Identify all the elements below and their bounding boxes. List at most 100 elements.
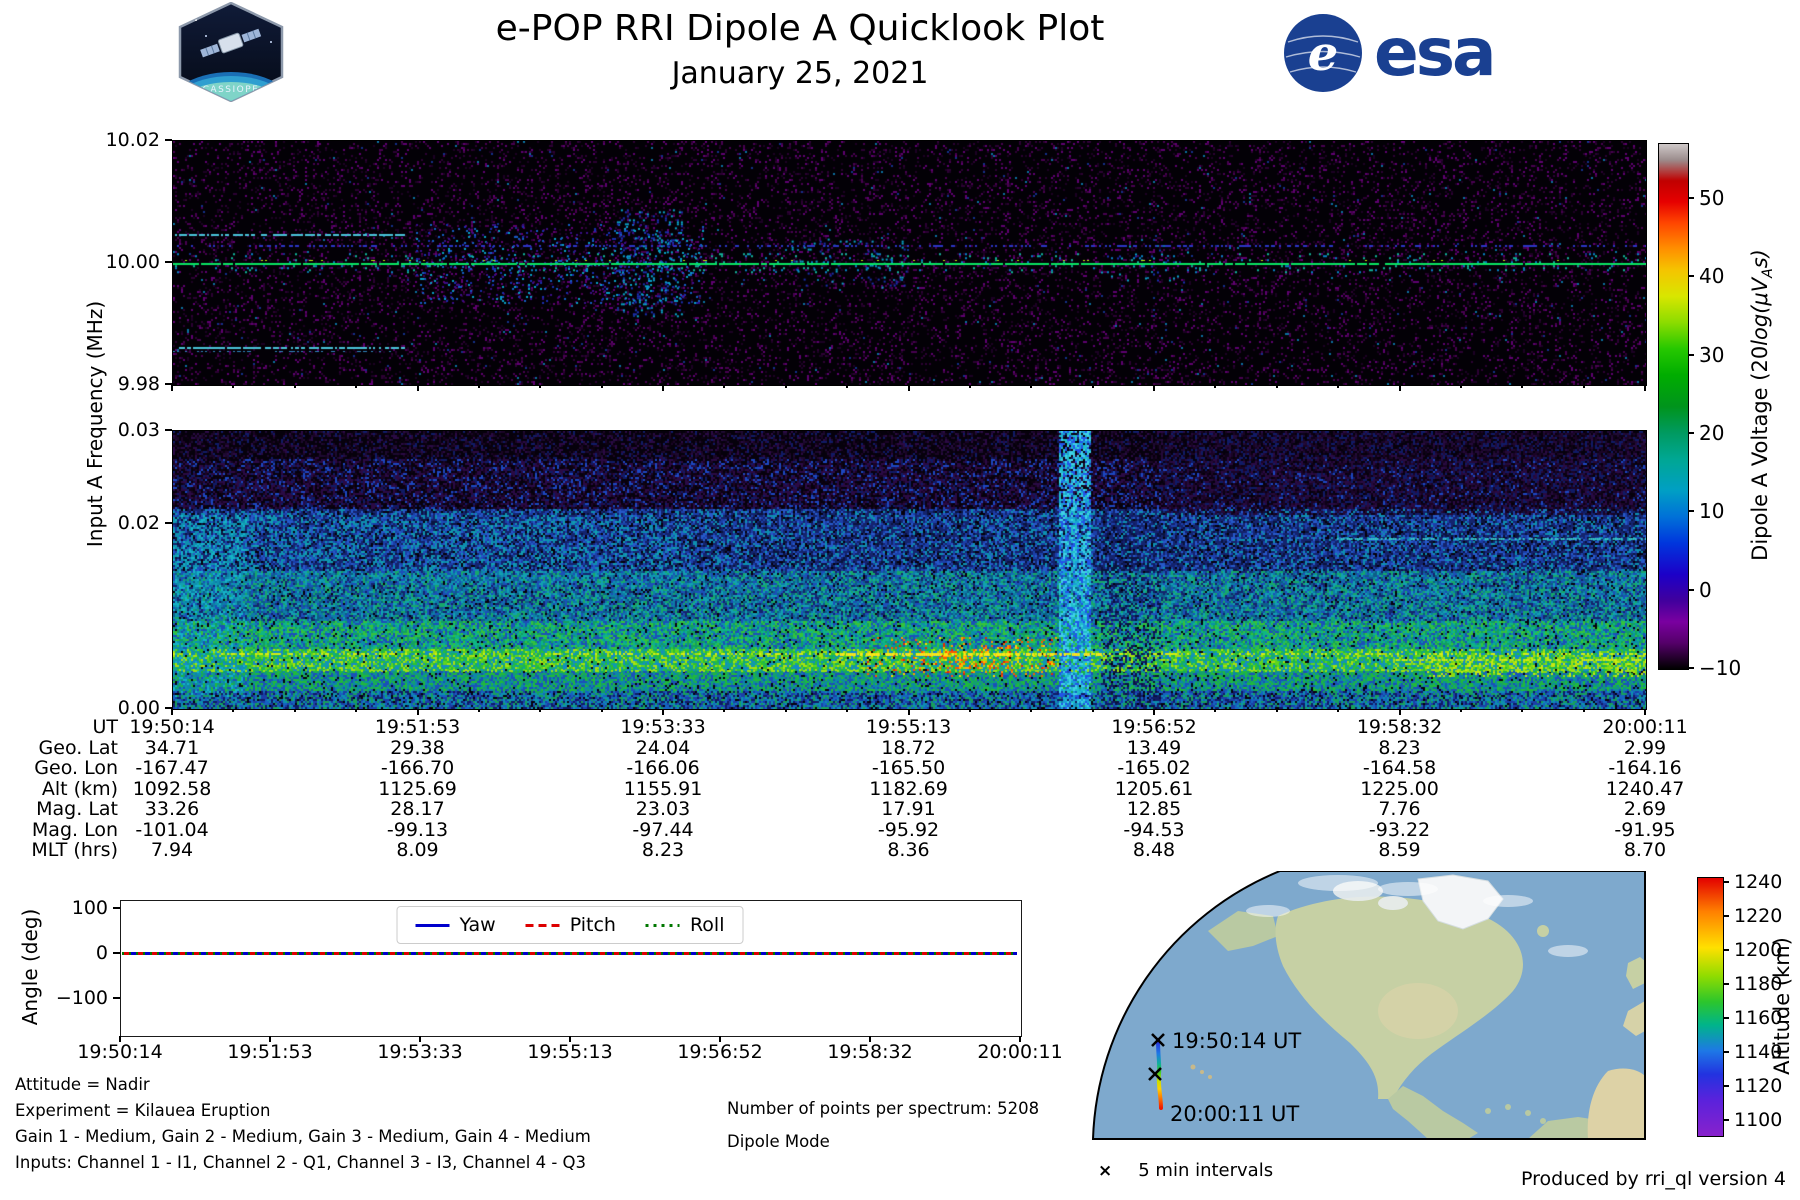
x-tick-mark [171, 385, 173, 391]
x-tick-mark [355, 709, 357, 712]
x-tick-mark [1337, 709, 1339, 712]
ephemeris-cell: 12.85 [1127, 798, 1181, 820]
altitude-tick-label: 1140 [1734, 1041, 1782, 1063]
x-tick-mark [294, 709, 296, 712]
ephemeris-cell: -166.06 [626, 757, 699, 779]
ephemeris-cell: 1225.00 [1360, 778, 1439, 800]
altitude-tick-label: 1200 [1734, 939, 1782, 961]
x-tick-mark [785, 385, 787, 388]
x-tick-mark [1153, 709, 1155, 715]
legend-item-pitch: Pitch [526, 914, 616, 936]
x-tick-mark [1399, 709, 1401, 715]
x-tick-mark [1583, 385, 1585, 388]
angle-x-tick-label: 19:50:14 [77, 1041, 162, 1063]
legend-line-sample [416, 924, 450, 927]
colorbar-tick-mark [1688, 667, 1694, 669]
x-tick-mark [908, 385, 910, 391]
angle-x-tick-label: 19:51:53 [227, 1041, 312, 1063]
x-tick-mark [1276, 385, 1278, 388]
angle-y-tick-label: 0 [96, 942, 108, 964]
ephemeris-cell: 34.71 [145, 737, 199, 759]
x-tick-mark [1460, 709, 1462, 712]
colorbar-tick-label: 50 [1699, 186, 1724, 210]
ephemeris-cell: -94.53 [1123, 819, 1184, 841]
angle-y-tick-mark [113, 997, 120, 999]
angle-x-tick-label: 19:58:32 [827, 1041, 912, 1063]
ephemeris-row-label: UT [92, 716, 118, 738]
y-tick-mark [165, 522, 172, 524]
y-tick-mark [165, 261, 172, 263]
ephemeris-cell: 8.36 [887, 839, 929, 861]
y-tick-label: 0.02 [118, 512, 160, 534]
ephemeris-cell: -167.47 [135, 757, 208, 779]
x-tick-mark [1521, 709, 1523, 712]
ephemeris-cell: -101.04 [135, 819, 208, 841]
x-tick-mark [478, 385, 480, 388]
x-tick-mark [662, 709, 664, 715]
altitude-tick-label: 1100 [1734, 1109, 1782, 1131]
colorbar-tick-mark [1688, 275, 1694, 277]
x-tick-mark [969, 709, 971, 712]
x-tick-mark [1092, 385, 1094, 388]
ephemeris-cell: 8.23 [642, 839, 684, 861]
ephemeris-row-label: Alt (km) [42, 778, 118, 800]
x-tick-mark [417, 385, 419, 391]
y-tick-mark [165, 139, 172, 141]
y-tick-label: 9.98 [118, 373, 160, 395]
x-tick-mark [355, 385, 357, 388]
angle-x-tick-label: 19:55:13 [527, 1041, 612, 1063]
x-tick-mark [601, 709, 603, 712]
ephemeris-cell: 13.49 [1127, 737, 1181, 759]
x-tick-mark [1521, 385, 1523, 388]
legend-item-yaw: Yaw [416, 914, 496, 936]
ephemeris-cell: 1125.69 [378, 778, 457, 800]
ephemeris-cell: -91.95 [1614, 819, 1675, 841]
x-tick-mark [417, 709, 419, 715]
x-tick-mark [1030, 709, 1032, 712]
ephemeris-cell: -165.50 [872, 757, 945, 779]
angle-y-tick-label: −100 [56, 987, 108, 1009]
ephemeris-cell: 8.23 [1378, 737, 1420, 759]
ephemeris-cell: 8.09 [396, 839, 438, 861]
ephemeris-cell: -97.44 [632, 819, 693, 841]
ephemeris-cell: 8.70 [1624, 839, 1666, 861]
x-tick-mark [1644, 709, 1646, 715]
altitude-tick-mark [1723, 881, 1729, 883]
ephemeris-cell: 20:00:11 [1602, 716, 1687, 738]
angle-x-tick-label: 20:00:11 [977, 1041, 1062, 1063]
y-tick-label: 10.00 [106, 251, 160, 273]
ephemeris-cell: -165.02 [1117, 757, 1190, 779]
ephemeris-cell: 28.17 [390, 798, 444, 820]
x-tick-mark [1399, 385, 1401, 391]
legend-item-roll: Roll [646, 914, 725, 936]
angle-y-tick-label: 100 [72, 897, 108, 919]
angle-x-tick-label: 19:53:33 [377, 1041, 462, 1063]
x-tick-mark [1153, 385, 1155, 391]
x-tick-mark [785, 709, 787, 712]
colorbar-tick-mark [1688, 510, 1694, 512]
ephemeris-cell: 29.38 [390, 737, 444, 759]
ephemeris-cell: 19:56:52 [1111, 716, 1196, 738]
ephemeris-cell: 1182.69 [869, 778, 948, 800]
ephemeris-cell: 24.04 [636, 737, 690, 759]
colorbar-tick-label: 10 [1699, 499, 1724, 523]
ephemeris-cell: 8.48 [1133, 839, 1175, 861]
x-tick-mark [478, 709, 480, 712]
x-tick-mark [1337, 385, 1339, 388]
x-tick-mark [662, 385, 664, 391]
angle-y-tick-mark [113, 952, 120, 954]
ephemeris-cell: -164.58 [1363, 757, 1436, 779]
ephemeris-cell: 7.76 [1378, 798, 1420, 820]
ephemeris-cell: 19:58:32 [1357, 716, 1442, 738]
ephemeris-cell: -95.92 [878, 819, 939, 841]
x-tick-mark [908, 709, 910, 715]
altitude-tick-mark [1723, 983, 1729, 985]
ephemeris-cell: 17.91 [881, 798, 935, 820]
altitude-tick-mark [1723, 1085, 1729, 1087]
x-tick-mark [171, 709, 173, 715]
legend-label: Yaw [460, 914, 496, 936]
x-tick-mark [1460, 385, 1462, 388]
ephemeris-cell: 1205.61 [1115, 778, 1194, 800]
legend-label: Roll [690, 914, 725, 936]
ephemeris-row-label: MLT (hrs) [31, 839, 118, 861]
